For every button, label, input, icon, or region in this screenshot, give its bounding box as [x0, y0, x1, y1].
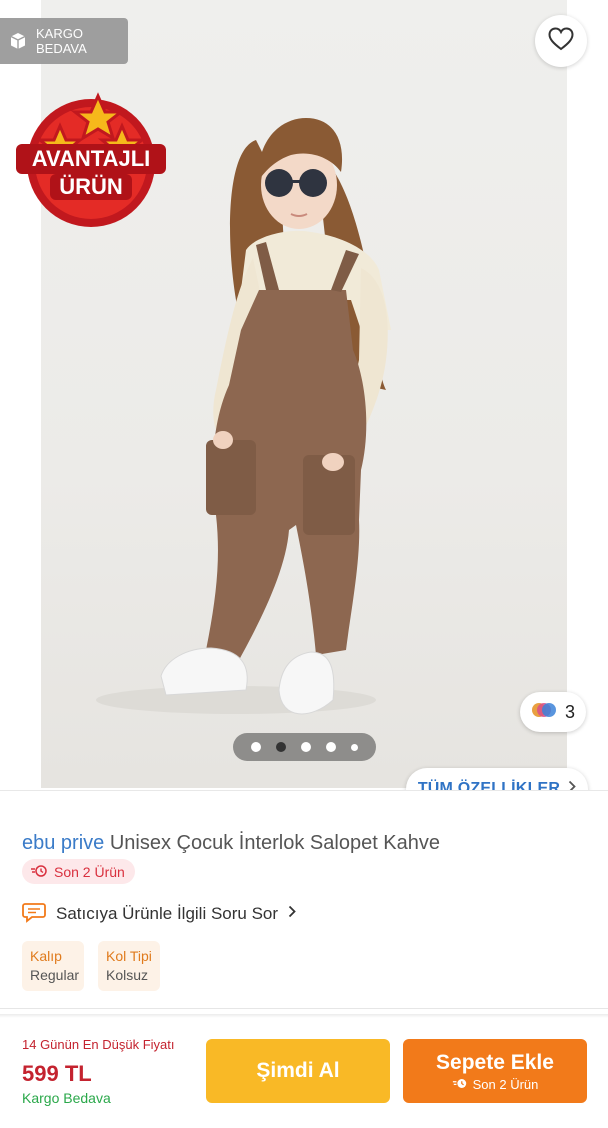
slide-dot-active[interactable]: [276, 742, 286, 752]
color-options-chip[interactable]: 3: [520, 692, 586, 732]
brand-link[interactable]: ebu prive: [22, 832, 104, 854]
attribute-key: Kalıp: [30, 948, 62, 964]
slide-dot[interactable]: [301, 742, 311, 752]
slide-dot[interactable]: [351, 743, 358, 751]
slide-dot[interactable]: [326, 742, 336, 752]
chat-bubble-icon: [22, 901, 46, 928]
product-image-gallery[interactable]: KARGO BEDAVA AVANTAJLI ÜRÜN 3 TÜM ÖZELLİ…: [0, 0, 608, 790]
slide-indicator: [233, 733, 376, 761]
all-features-label: TÜM ÖZELLİKLER: [417, 780, 561, 790]
add-to-cart-stock: Son 2 Ürün: [452, 1076, 539, 1092]
low-stock-badge: Son 2 Ürün: [22, 859, 135, 884]
heart-icon: [548, 26, 574, 56]
ask-seller-link[interactable]: Satıcıya Ürünle İlgili Soru Sor: [22, 900, 296, 928]
lowest-price-label: 14 Günün En Düşük Fiyatı: [22, 1037, 175, 1052]
color-swatch-icon: [531, 701, 557, 724]
attribute-card: Kalıp Regular: [22, 941, 84, 991]
attribute-key: Kol Tipi: [106, 948, 152, 964]
chevron-right-icon: [288, 905, 296, 923]
clock-icon: [30, 864, 48, 880]
chevron-right-icon: [568, 780, 576, 790]
clock-icon: [452, 1077, 468, 1092]
slide-dot[interactable]: [251, 742, 261, 752]
shipping-info: Kargo Bedava: [22, 1090, 111, 1106]
divider: [0, 790, 608, 791]
purchase-bar-shadow: [0, 1014, 608, 1018]
all-features-button[interactable]: TÜM ÖZELLİKLER: [406, 768, 588, 790]
divider: [0, 1008, 608, 1009]
favorite-button[interactable]: [535, 15, 587, 67]
free-shipping-badge: KARGO BEDAVA: [0, 18, 128, 64]
add-to-cart-stock-text: Son 2 Ürün: [472, 1076, 539, 1092]
advantage-line2: ÜRÜN: [59, 174, 123, 199]
attribute-value: Regular: [30, 967, 80, 983]
add-to-cart-label: Sepete Ekle: [436, 1050, 554, 1074]
color-count: 3: [564, 701, 575, 722]
product-title: ebu prive Unisex Çocuk İnterlok Salopet …: [22, 830, 592, 856]
ask-seller-label: Satıcıya Ürünle İlgili Soru Sor: [56, 904, 279, 923]
attribute-card: Kol Tipi Kolsuz: [98, 941, 160, 991]
product-name: Unisex Çocuk İnterlok Salopet Kahve: [109, 832, 441, 854]
advantage-line1: AVANTAJLI: [32, 146, 151, 171]
add-to-cart-button[interactable]: Sepete Ekle Son 2 Ürün: [403, 1039, 587, 1103]
attribute-value: Kolsuz: [106, 967, 149, 983]
advantage-product-badge: AVANTAJLI ÜRÜN: [14, 78, 168, 230]
buy-now-label: Şimdi Al: [256, 1059, 340, 1082]
price: 599 TL: [22, 1061, 92, 1086]
buy-now-button[interactable]: Şimdi Al: [206, 1039, 390, 1103]
low-stock-text: Son 2 Ürün: [54, 863, 125, 880]
free-shipping-text: KARGO BEDAVA: [36, 26, 87, 56]
box-icon: [9, 32, 27, 50]
